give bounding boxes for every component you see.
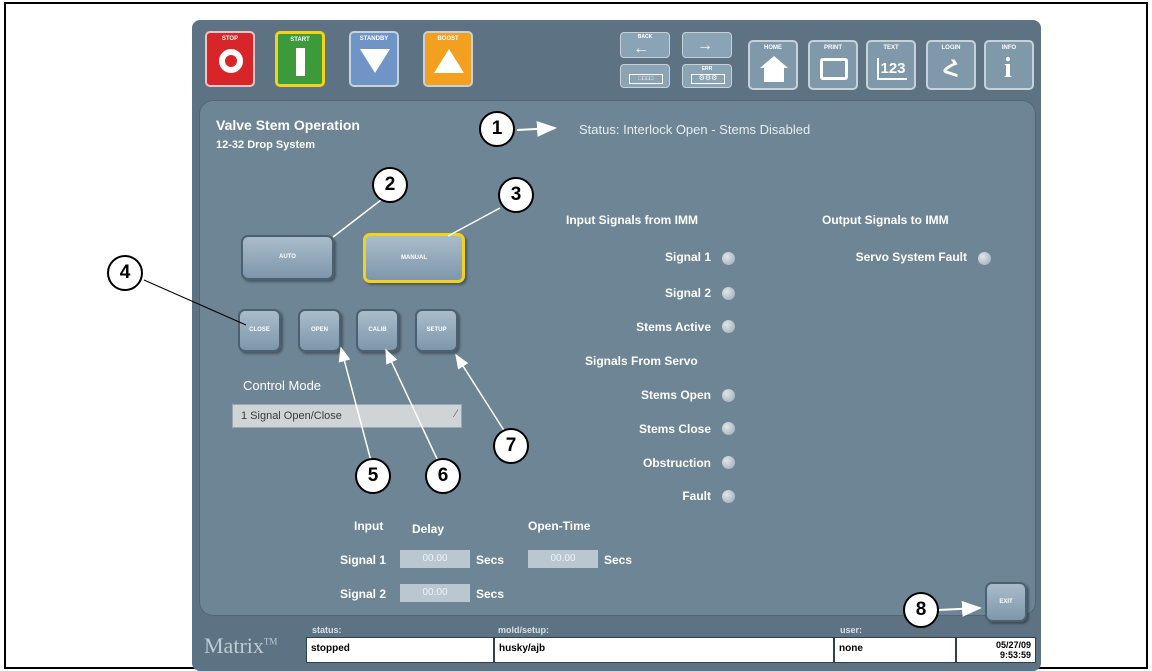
signal-1-delay-input[interactable]: 00.00	[400, 550, 470, 568]
status-text: Status: Interlock Open - Stems Disabled	[579, 122, 811, 137]
err-button[interactable]: ERR ⚙⚙⚙	[682, 64, 732, 88]
page-title: Valve Stem Operation	[216, 117, 360, 133]
obstruction-led	[722, 456, 735, 469]
gear-row-icon: ⚙⚙⚙	[691, 74, 725, 84]
auto-button-label: AUTO	[279, 254, 296, 260]
exit-button[interactable]: EXIT	[985, 582, 1027, 622]
calib-button-label: CALIB	[368, 327, 387, 333]
boost-icon	[434, 49, 464, 73]
timing-header-delay: Delay	[412, 522, 445, 536]
text-button[interactable]: TEXT 123	[866, 40, 916, 90]
signal-1-open-time-input[interactable]: 00.00	[528, 550, 598, 568]
home-button[interactable]: HOME	[748, 40, 798, 90]
exit-button-label: EXIT	[999, 599, 1013, 605]
standby-icon	[360, 49, 390, 73]
stems-close-led	[722, 422, 735, 435]
setup-button-label: SETUP	[426, 327, 447, 333]
signal-1-delay-unit: Secs	[476, 553, 505, 567]
input-signals-title: Input Signals from IMM	[566, 213, 698, 227]
keypad-icon: □□□□	[629, 74, 663, 84]
signal-1-led	[722, 252, 735, 265]
printer-icon	[820, 58, 848, 80]
callout-6: 6	[425, 458, 461, 494]
print-button[interactable]: PRINT	[808, 40, 858, 90]
back-button[interactable]: BACK ←	[620, 32, 670, 58]
callout-4: 4	[107, 255, 143, 291]
forward-button[interactable]: →	[682, 32, 732, 58]
stems-active-led	[722, 320, 735, 333]
servo-stems-open: Stems Open	[640, 388, 711, 402]
manual-button[interactable]: MANUAL	[363, 233, 465, 283]
input-stems-active: Stems Active	[636, 320, 711, 334]
mold-label: mold/setup:	[498, 625, 549, 635]
control-mode-value: 1 Signal Open/Close	[241, 410, 342, 422]
info-button[interactable]: INFO i	[984, 40, 1034, 90]
status-brand: MatrixTM	[204, 633, 277, 659]
open-button[interactable]: OPEN	[298, 309, 341, 352]
date-value: 05/27/09	[995, 640, 1031, 650]
input-signal-2: Signal 2	[664, 286, 711, 300]
status-value: stopped	[306, 637, 494, 663]
nav-left-bottom-button[interactable]: □□□□	[620, 64, 670, 88]
input-signal-1: Signal 1	[664, 250, 711, 264]
home-icon-body	[764, 68, 784, 82]
start-button[interactable]: START	[275, 31, 325, 87]
output-servo-system-fault: Servo System Fault	[855, 250, 967, 264]
fault-led	[722, 490, 735, 503]
stop-button[interactable]: STOP	[205, 31, 255, 87]
calib-button[interactable]: CALIB	[356, 309, 399, 352]
time-value: 9:53:59	[999, 650, 1031, 660]
setup-button[interactable]: SETUP	[415, 309, 458, 352]
standby-button[interactable]: STANDBY	[349, 31, 399, 87]
timing-header-input: Input	[354, 519, 384, 533]
info-icon: i	[1004, 53, 1012, 84]
start-icon	[296, 48, 305, 76]
signal-2-led	[722, 287, 735, 300]
signal-1-open-time-unit: Secs	[604, 553, 633, 567]
callout-8: 8	[903, 592, 939, 628]
timing-row-2-label: Signal 2	[339, 587, 386, 601]
timing-header-open-time: Open-Time	[528, 519, 591, 533]
close-button[interactable]: CLOSE	[238, 309, 281, 352]
servo-obstruction: Obstruction	[643, 456, 711, 470]
control-mode-label: Control Mode	[243, 378, 322, 393]
stop-icon	[219, 49, 243, 73]
dropdown-icon: ⁄	[455, 408, 457, 420]
servo-stems-close: Stems Close	[638, 422, 711, 436]
stems-open-led	[722, 389, 735, 402]
callout-7: 7	[493, 428, 529, 464]
timing-row-1-label: Signal 1	[339, 553, 386, 567]
callout-1: 1	[479, 111, 515, 147]
servo-signals-title: Signals From Servo	[585, 354, 698, 368]
auto-button[interactable]: AUTO	[241, 235, 334, 280]
page-subtitle: 12-32 Drop System	[216, 139, 316, 151]
callout-2: 2	[372, 167, 408, 203]
user-value: none	[834, 637, 956, 663]
login-button[interactable]: LOGIN Հ	[926, 40, 976, 90]
boost-button[interactable]: BOOST	[423, 31, 473, 87]
user-label: user:	[840, 625, 863, 635]
mold-value: husky/ajb	[494, 637, 834, 663]
arrow-right-icon: →	[697, 37, 713, 54]
numeric-text-icon: 123	[877, 58, 907, 80]
output-signals-title: Output Signals to IMM	[822, 213, 949, 227]
home-icon	[760, 56, 788, 68]
lock-icon: Հ	[943, 56, 959, 81]
brand-tm: TM	[263, 636, 278, 647]
brand-name: Matrix	[204, 633, 264, 658]
manual-button-label: MANUAL	[401, 255, 427, 261]
signal-2-delay-unit: Secs	[476, 587, 505, 601]
date-time: 05/27/09 9:53:59	[956, 637, 1036, 663]
control-mode-select[interactable]: 1 Signal Open/Close ⁄	[232, 404, 462, 428]
close-button-label: CLOSE	[249, 327, 270, 333]
servo-system-fault-led	[978, 252, 991, 265]
callout-3: 3	[498, 177, 534, 213]
signal-2-delay-input[interactable]: 00.00	[400, 584, 470, 602]
arrow-left-icon: ←	[633, 40, 649, 57]
callout-5: 5	[355, 458, 391, 494]
open-button-label: OPEN	[310, 327, 328, 333]
status-label: status:	[312, 625, 342, 635]
servo-fault: Fault	[682, 489, 711, 503]
